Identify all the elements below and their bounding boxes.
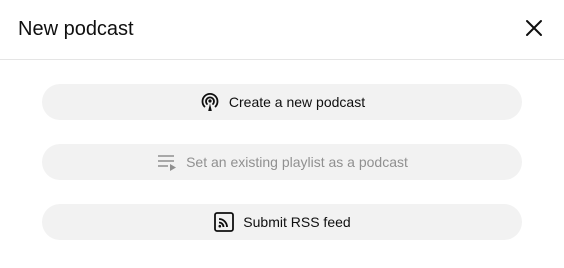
submit-rss-feed-label: Submit RSS feed <box>243 214 351 230</box>
set-playlist-as-podcast-button[interactable]: Set an existing playlist as a podcast <box>42 144 522 180</box>
close-icon <box>526 20 542 36</box>
dialog-title: New podcast <box>18 18 134 40</box>
create-new-podcast-button[interactable]: Create a new podcast <box>42 84 522 120</box>
dialog-header: New podcast <box>0 0 564 60</box>
submit-rss-feed-button[interactable]: Submit RSS feed <box>42 204 522 240</box>
set-playlist-as-podcast-label: Set an existing playlist as a podcast <box>186 154 408 170</box>
playlist-add-icon <box>156 151 178 173</box>
new-podcast-dialog: New podcast Create a new podcast Set an … <box>0 0 564 268</box>
podcast-icon <box>199 91 221 113</box>
rss-feed-icon <box>213 211 235 233</box>
close-button[interactable] <box>519 13 549 43</box>
create-new-podcast-label: Create a new podcast <box>228 94 366 110</box>
